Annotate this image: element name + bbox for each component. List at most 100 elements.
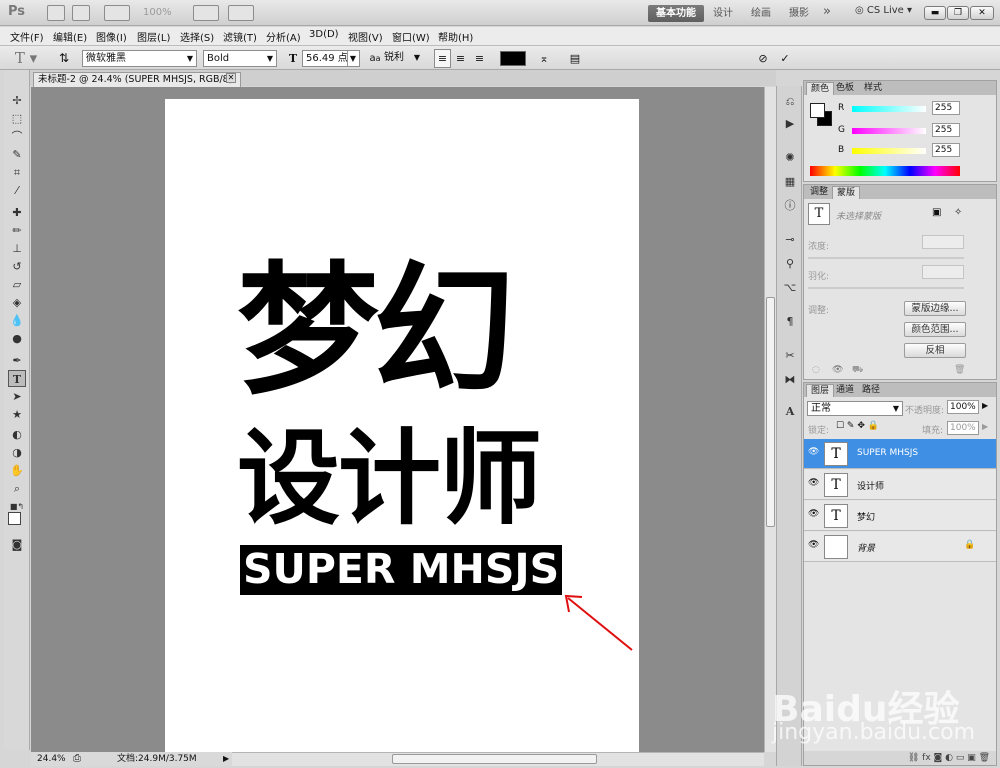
brush-tool-icon[interactable]: ✏ <box>8 222 26 239</box>
vertical-scroll-thumb[interactable] <box>766 297 775 527</box>
tool-preset-picker[interactable]: T ▾ <box>8 49 44 68</box>
channel-g-slider[interactable] <box>852 128 926 134</box>
3d-rotate-tool-icon[interactable]: ◐ <box>8 426 26 443</box>
tab-swatches[interactable]: 色板 <box>832 82 858 95</box>
histogram-icon[interactable]: ▦ <box>782 174 798 190</box>
actions-icon[interactable]: ▶ <box>782 116 798 132</box>
3d-orbit-tool-icon[interactable]: ◑ <box>8 444 26 461</box>
menu-window[interactable]: 窗口(W) <box>392 29 430 44</box>
apply-mask-icon[interactable]: ⛟ <box>852 365 863 376</box>
eye-icon[interactable]: 👁 <box>808 540 820 552</box>
tab-styles[interactable]: 样式 <box>860 82 886 95</box>
animation-icon[interactable]: ⧓ <box>782 372 798 388</box>
workspace-photography[interactable]: 摄影 <box>781 5 817 22</box>
close-button[interactable]: ✕ <box>970 6 994 20</box>
align-right-button[interactable]: ≡ <box>471 49 488 68</box>
delete-mask-icon[interactable]: 🗑 <box>954 365 965 375</box>
navigator-icon[interactable]: ✺ <box>782 150 798 166</box>
vector-mask-icon[interactable]: ✧ <box>954 207 962 218</box>
layer-row[interactable]: 👁 T 设计师 <box>804 470 996 500</box>
clone-stamp-tool-icon[interactable]: ⊥ <box>8 240 26 257</box>
density-slider[interactable] <box>808 257 964 259</box>
channel-g-value[interactable]: 255 <box>932 123 960 137</box>
status-zoom[interactable]: 24.4% <box>37 752 66 766</box>
clone-source-icon[interactable]: ⚲ <box>782 256 798 272</box>
more-workspaces-button[interactable]: » <box>815 3 839 20</box>
opacity-input[interactable]: 100% <box>947 400 979 414</box>
type-tool-icon[interactable]: T <box>8 370 26 387</box>
menu-layer[interactable]: 图层(L) <box>137 29 170 44</box>
tab-paths[interactable]: 路径 <box>858 384 884 397</box>
channel-r-slider[interactable] <box>852 106 926 112</box>
menu-image[interactable]: 图像(I) <box>96 29 127 44</box>
align-left-button[interactable]: ≡ <box>434 49 451 68</box>
shape-tool-icon[interactable]: ★ <box>8 406 26 423</box>
arrange-documents-icon[interactable] <box>193 5 219 21</box>
text-orientation-icon[interactable]: ⇅ <box>54 49 74 68</box>
zoom-level-dropdown[interactable]: 100% <box>143 7 172 18</box>
selected-text-super-mhsjs[interactable]: SUPER MHSJS <box>240 545 562 595</box>
brush-presets-icon[interactable]: ⊸ <box>782 232 798 248</box>
eye-icon[interactable]: 👁 <box>808 478 820 490</box>
pen-tool-icon[interactable]: ✒ <box>8 352 26 369</box>
antialias-select[interactable]: 锐利 ▼ <box>381 50 423 67</box>
history-icon[interactable]: ⎌ <box>782 94 798 110</box>
layer-row[interactable]: 👁 T 梦幻 <box>804 501 996 531</box>
quick-select-tool-icon[interactable]: ✎ <box>8 146 26 163</box>
close-document-icon[interactable]: ✕ <box>226 73 236 83</box>
mask-edge-button[interactable]: 蒙版边缘... <box>904 301 966 316</box>
pixel-mask-icon[interactable]: ▣ <box>932 207 941 218</box>
paragraph-icon[interactable]: ¶ <box>782 314 798 330</box>
commit-edit-icon[interactable]: ✓ <box>777 49 793 68</box>
paint-bucket-tool-icon[interactable]: ◈ <box>8 294 26 311</box>
channel-b-slider[interactable] <box>852 148 926 154</box>
view-extras-icon[interactable] <box>104 5 130 21</box>
font-style-select[interactable]: Bold ▼ <box>203 50 277 67</box>
lasso-tool-icon[interactable]: ⌒ <box>8 128 26 145</box>
tool-presets-icon[interactable]: ⌥ <box>782 280 798 296</box>
layer-row[interactable]: 👁 背景 🔒 <box>804 532 996 562</box>
color-spectrum-bar[interactable] <box>810 166 960 176</box>
quick-mask-icon[interactable]: ◙ <box>8 536 26 553</box>
zoom-tool-icon[interactable]: ⌕ <box>8 480 26 497</box>
channel-r-value[interactable]: 255 <box>932 101 960 115</box>
fill-arrow[interactable]: ▶ <box>982 422 988 431</box>
foreground-color-swatch[interactable] <box>8 512 21 525</box>
cancel-edit-icon[interactable]: ⊘ <box>755 49 771 68</box>
vertical-scrollbar[interactable] <box>764 87 776 752</box>
horizontal-scroll-thumb[interactable] <box>392 754 597 764</box>
font-family-select[interactable]: 微软雅黑 ▼ <box>82 50 197 67</box>
warp-text-icon[interactable]: ⌅ <box>535 49 553 68</box>
channel-b-value[interactable]: 255 <box>932 143 960 157</box>
bridge-icon[interactable] <box>47 5 65 21</box>
dodge-tool-icon[interactable]: ● <box>8 330 26 347</box>
workspace-design[interactable]: 设计 <box>705 5 741 22</box>
move-tool-icon[interactable]: ✢ <box>8 92 26 109</box>
lock-icons[interactable]: ☐ ✎ ✥ 🔒 <box>836 421 879 431</box>
marquee-tool-icon[interactable]: ⬚ <box>8 110 26 127</box>
screen-mode-icon[interactable] <box>228 5 254 21</box>
eraser-tool-icon[interactable]: ▱ <box>8 276 26 293</box>
menu-view[interactable]: 视图(V) <box>348 29 383 44</box>
menu-file[interactable]: 文件(F) <box>10 29 44 44</box>
crop-tool-icon[interactable]: ⌗ <box>8 164 26 181</box>
eyedropper-tool-icon[interactable]: ⁄ <box>8 182 26 199</box>
text-color-swatch[interactable] <box>500 51 526 66</box>
cs-live-button[interactable]: ◎ CS Live ▾ <box>855 5 912 16</box>
feather-slider[interactable] <box>808 287 964 289</box>
fg-color-box[interactable] <box>810 103 825 118</box>
character-panel-icon[interactable]: ▤ <box>566 49 584 68</box>
tab-masks[interactable]: 蒙版 <box>832 186 861 199</box>
minimize-button[interactable]: ▬ <box>924 6 946 20</box>
horizontal-scrollbar[interactable] <box>232 752 764 766</box>
fill-input[interactable]: 100% <box>947 421 979 435</box>
document-tab[interactable]: 未标题-2 @ 24.4% (SUPER MHSJS, RGB/8) * <box>33 72 241 98</box>
load-selection-icon[interactable]: ◌ <box>812 365 820 375</box>
workspace-painting[interactable]: 绘画 <box>743 5 779 22</box>
blur-tool-icon[interactable]: 💧 <box>8 312 26 329</box>
healing-brush-tool-icon[interactable]: ✚ <box>8 204 26 221</box>
eye-icon[interactable]: 👁 <box>808 447 820 459</box>
restore-button[interactable]: ❐ <box>947 6 969 20</box>
opacity-arrow[interactable]: ▶ <box>982 401 988 410</box>
menu-3d[interactable]: 3D(D) <box>309 29 339 40</box>
